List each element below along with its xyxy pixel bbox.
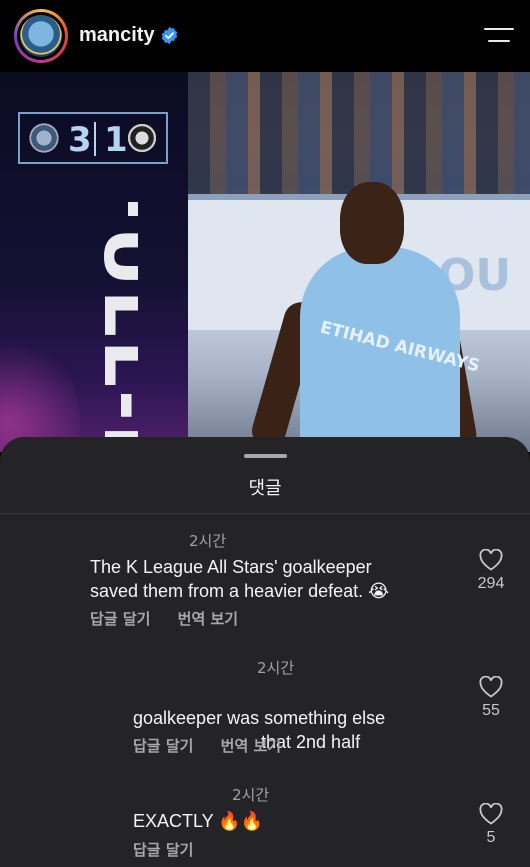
translate-button[interactable]: 번역 보기 xyxy=(178,610,238,628)
like-button[interactable]: 55 xyxy=(468,676,514,720)
reply-button[interactable]: 답글 달기 xyxy=(133,841,193,859)
hamburger-menu-icon[interactable] xyxy=(484,27,514,45)
drag-handle[interactable] xyxy=(244,454,287,458)
sheet-title: 댓글 xyxy=(248,478,282,499)
reply-button[interactable]: 답글 달기 xyxy=(90,610,150,628)
full-time-text: FULL-TI xyxy=(86,202,138,452)
comment-time: 2시간 xyxy=(232,786,270,804)
like-button[interactable]: 294 xyxy=(468,549,514,593)
profile-header: mancity xyxy=(0,0,530,72)
score-divider xyxy=(94,122,96,156)
translate-button[interactable]: 번역 보기 xyxy=(221,737,281,755)
heart-icon[interactable] xyxy=(479,549,503,571)
comment-time: 2시간 xyxy=(189,532,227,550)
comment-actions: 답글 달기 번역 보기 xyxy=(133,735,303,756)
comment-text: EXACTLY 🔥🔥 xyxy=(133,811,264,831)
comment-actions: 답글 달기 xyxy=(133,839,215,860)
reply-button[interactable]: 답글 달기 xyxy=(133,737,193,755)
score-panel: 3 1 FULL-TI xyxy=(0,72,188,452)
home-score: 3 xyxy=(68,120,92,160)
away-score: 1 xyxy=(104,120,128,160)
heart-icon[interactable] xyxy=(479,676,503,698)
like-count: 55 xyxy=(482,702,500,719)
comment-text-line: goalkeeper was something else xyxy=(133,708,386,728)
club-crest-icon xyxy=(20,15,62,57)
divider xyxy=(0,513,530,514)
like-count: 294 xyxy=(477,575,505,592)
home-crest-icon xyxy=(29,123,59,153)
scoreline: 3 1 xyxy=(18,112,168,164)
comments-sheet: 댓글 2시간 The K League All Stars' goalkeepe… xyxy=(0,437,530,867)
player-head xyxy=(340,182,404,264)
comment-time: 2시간 xyxy=(257,659,295,677)
like-count: 5 xyxy=(486,829,496,846)
avatar[interactable] xyxy=(17,12,65,60)
crowd-background xyxy=(188,72,530,194)
full-time-banner: FULL-TI xyxy=(58,202,138,452)
comment-actions: 답글 달기 번역 보기 xyxy=(90,608,260,629)
heart-icon[interactable] xyxy=(479,803,503,825)
away-crest-icon xyxy=(127,123,157,153)
player-photo: OU ETIHAD AIRWAYS xyxy=(188,72,530,452)
story-ring[interactable] xyxy=(14,9,68,63)
post-image[interactable]: 3 1 FULL-TI OU ETIHAD AIRWAYS xyxy=(0,72,530,452)
like-button[interactable]: 5 xyxy=(468,803,514,847)
verified-badge-icon xyxy=(161,26,178,45)
comment-text: The K League All Stars' goalkeeper saved… xyxy=(90,557,390,601)
username[interactable]: mancity xyxy=(79,24,155,47)
